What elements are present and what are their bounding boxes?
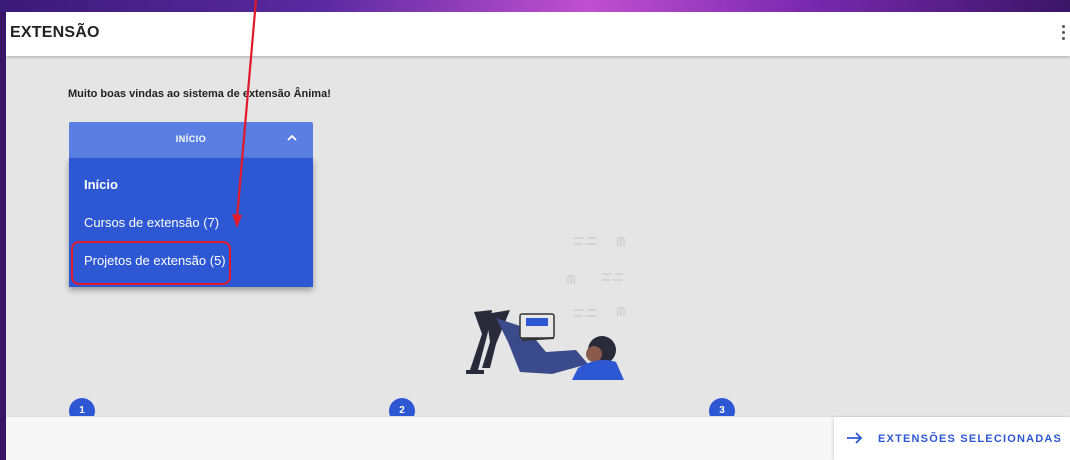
annotation-arrow [232, 0, 258, 228]
